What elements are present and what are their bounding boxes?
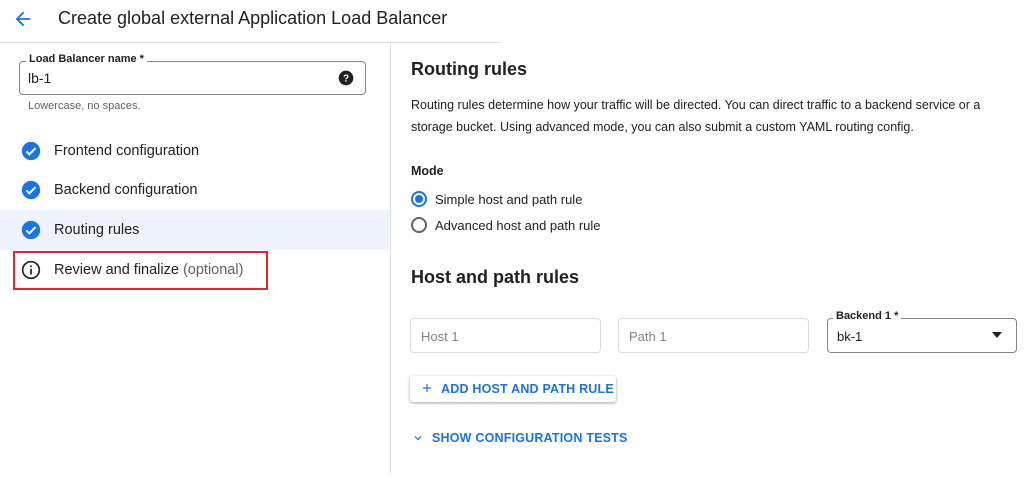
step-routing-rules[interactable]: Routing rules [0,210,390,250]
routing-rules-description: Routing rules determine how your traffic… [411,98,981,134]
step-label: Backend configuration [54,182,198,198]
help-icon[interactable]: ? [338,70,354,86]
add-host-path-rule-button[interactable]: ADD HOST AND PATH RULE [410,376,616,402]
backend-label: Backend 1 * [833,310,902,322]
radio-simple-host-path[interactable]: Simple host and path rule [411,189,582,209]
dropdown-caret-icon[interactable] [992,332,1002,338]
radio-button[interactable] [411,217,427,233]
check-circle-icon [21,141,41,161]
mode-label: Mode [411,164,444,178]
step-backend-configuration[interactable]: Backend configuration [0,171,390,209]
radio-label: Simple host and path rule [435,191,583,207]
highlight-annotation [13,251,268,290]
step-label: Routing rules [54,222,140,238]
host-input[interactable]: Host 1 [410,318,601,353]
radio-advanced-host-path[interactable]: Advanced host and path rule [411,215,601,235]
path-input[interactable]: Path 1 [618,318,809,353]
lb-name-value[interactable]: lb-1 [28,70,51,86]
backend-value: bk-1 [837,329,863,344]
lb-name-hint: Lowercase, no spaces. [28,100,141,112]
page-title: Create global external Application Load … [58,8,448,28]
back-arrow-icon[interactable] [12,8,34,30]
routing-rules-title: Routing rules [411,59,527,79]
step-label: Frontend configuration [54,143,200,159]
host-path-rules-title: Host and path rules [411,267,580,287]
page-header: Create global external Application Load … [0,0,1024,40]
check-circle-icon [21,180,41,200]
show-tests-label: SHOW CONFIGURATION TESTS [432,431,628,445]
svg-text:?: ? [343,73,349,84]
step-frontend-configuration[interactable]: Frontend configuration [0,132,390,170]
chevron-down-icon [414,436,422,441]
plus-icon [422,383,432,393]
add-button-label: ADD HOST AND PATH RULE [441,382,614,396]
lb-name-label: Load Balancer name * [26,53,147,65]
radio-label: Advanced host and path rule [435,217,601,233]
check-circle-icon [21,220,41,240]
radio-button-checked[interactable] [411,191,427,207]
lb-name-input[interactable] [19,61,366,95]
